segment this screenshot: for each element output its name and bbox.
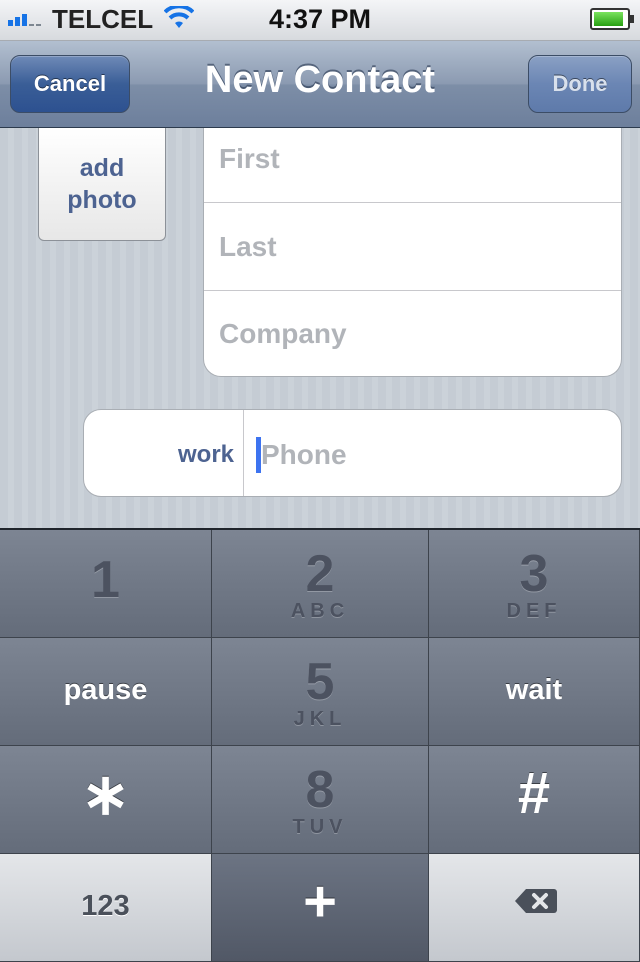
plus-key[interactable]: +	[212, 854, 429, 962]
key-2[interactable]: 2 ABC	[212, 530, 429, 638]
numbers-toggle-key[interactable]: 123	[0, 854, 212, 962]
pause-key-label: pause	[63, 674, 148, 706]
key-5-letters: JKL	[293, 708, 347, 730]
plus-icon: +	[303, 869, 337, 934]
key-5-digit: 5	[305, 653, 335, 711]
key-3[interactable]: 3 DEF	[429, 530, 640, 638]
star-key[interactable]: ∗	[0, 746, 212, 854]
company-field[interactable]: Company	[204, 291, 621, 376]
key-5[interactable]: 5 JKL	[212, 638, 429, 746]
name-fields-group: First Last Company	[203, 128, 622, 377]
phone-input[interactable]: Phone	[261, 410, 347, 496]
clock: 4:37 PM	[268, 4, 372, 34]
key-3-digit: 3	[519, 545, 549, 603]
battery-icon	[590, 8, 634, 30]
key-8-digit: 8	[305, 761, 335, 819]
phone-type-label[interactable]: work	[84, 410, 234, 496]
add-photo-button[interactable]: add photo	[38, 128, 166, 241]
add-photo-label-line2: photo	[67, 186, 137, 214]
done-button[interactable]: Done	[528, 55, 632, 113]
wait-key[interactable]: wait	[429, 638, 640, 746]
phone-field-group: work Phone	[83, 409, 622, 497]
key-2-digit: 2	[305, 545, 335, 603]
key-1[interactable]: 1	[0, 530, 212, 638]
hash-key[interactable]: #	[429, 746, 640, 854]
delete-icon	[515, 889, 557, 913]
hash-icon: #	[517, 761, 551, 826]
last-name-field[interactable]: Last	[204, 203, 621, 291]
numbers-toggle-label: 123	[81, 890, 130, 922]
navigation-bar: Cancel New Contact Done	[0, 41, 640, 128]
key-3-letters: DEF	[506, 600, 562, 622]
pause-key[interactable]: pause	[0, 638, 212, 746]
status-bar: TELCEL 4:37 PM	[0, 0, 640, 41]
add-photo-label-line1: add	[79, 154, 125, 182]
divider	[243, 410, 244, 496]
key-8[interactable]: 8 TUV	[212, 746, 429, 854]
key-2-letters: ABC	[290, 600, 350, 622]
asterisk-icon: ∗	[81, 762, 130, 827]
wait-key-label: wait	[505, 674, 563, 706]
contact-form: add photo First Last Company work Phone	[0, 128, 640, 528]
first-name-field[interactable]: First	[204, 128, 621, 203]
key-8-letters: TUV	[292, 816, 348, 838]
key-1-digit: 1	[91, 551, 120, 609]
